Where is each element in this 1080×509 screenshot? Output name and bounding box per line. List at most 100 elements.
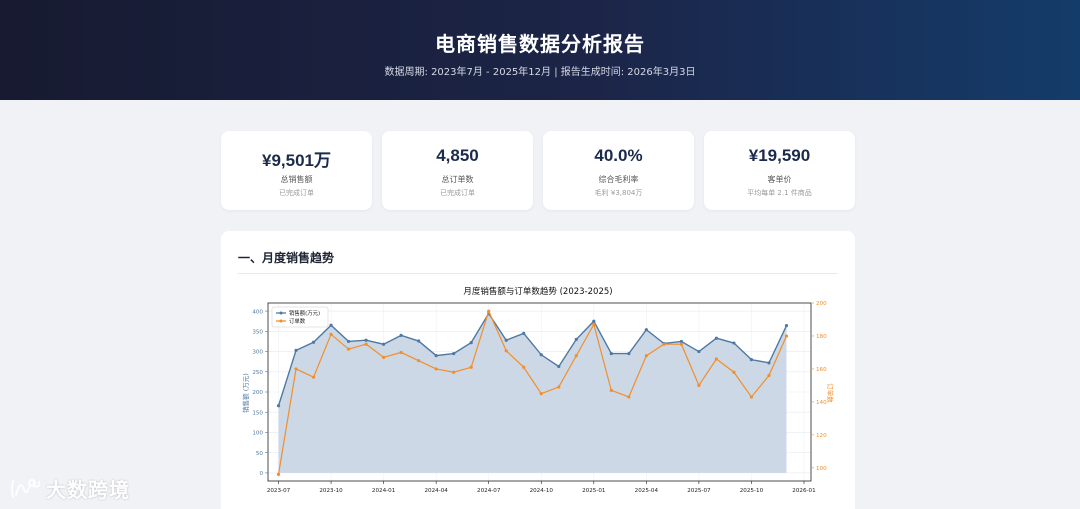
orders-point [679,342,683,346]
orders-point [504,349,508,353]
orders-point [644,354,648,358]
y-tick-label-left: 350 [252,330,263,336]
y-axis-label-right: 订单数 [826,383,835,403]
x-tick-label: 2023-07 [267,488,291,494]
watermark-logo-icon [11,478,40,498]
orders-point [522,365,526,369]
x-tick-label: 2024-07 [477,488,501,494]
orders-point [276,472,281,477]
sales-point [294,348,298,352]
kpi-card-total-orders: 4,850 总订单数 已完成订单 [382,131,533,210]
sales-point [452,351,456,356]
orders-point [784,334,789,338]
sales-point [732,341,736,345]
kpi-value: ¥9,501万 [262,151,331,170]
orders-point [714,357,719,361]
orders-point [609,388,613,392]
orders-point [434,367,438,371]
sales-point [417,339,421,343]
report-title: 电商销售数据分析报告 [435,32,645,56]
chart-title: 月度销售额与订单数趋势 (2023-2025) [463,286,612,297]
x-tick-label: 2024-04 [424,488,448,494]
kpi-label: 总销售额 [280,175,313,184]
orders-point [487,309,491,313]
y-tick-label-left: 400 [252,309,263,315]
report-header: 电商销售数据分析报告 数据周期: 2023年7月 - 2025年12月 | 报告… [0,0,1080,100]
orders-point [732,370,736,374]
x-tick-label: 2023-10 [319,488,343,494]
sales-point [767,361,771,365]
kpi-label: 总订单数 [441,175,474,184]
y-tick-label-left: 200 [252,390,263,396]
orders-point [382,355,386,359]
kpi-note: 已完成订单 [279,189,314,197]
sales-point [276,404,281,408]
y-tick-label-left: 300 [252,350,263,356]
orders-point [452,370,456,374]
kpi-value: ¥19,590 [748,146,811,165]
sales-point [469,341,473,345]
x-tick-label: 2026-01 [792,488,816,494]
x-tick-label: 2025-04 [635,488,659,494]
sales-point [679,339,683,344]
kpi-value: 4,850 [436,146,479,165]
x-tick-label: 2024-01 [372,488,396,494]
kpi-label: 客单价 [767,175,792,184]
orders-point [592,322,596,327]
orders-point [749,395,754,399]
y-tick-label-right: 200 [816,301,827,307]
chart-legend: 销售额(万元)订单数 [271,306,329,328]
sales-point [557,364,561,369]
orders-point [329,332,333,336]
y-tick-label-right: 120 [816,433,827,439]
orders-point [294,367,298,371]
report-subtitle: 数据周期: 2023年7月 - 2025年12月 | 报告生成时间: 2026年… [384,67,696,78]
sales-point [399,333,403,337]
y-tick-label-left: 100 [252,431,263,437]
sales-point [434,353,438,358]
sales-point [609,351,613,356]
y-tick-label-left: 250 [252,370,263,376]
orders-point [346,347,351,351]
y-tick-label-right: 140 [816,400,827,406]
kpi-note: 毛利 ¥3,804万 [594,189,643,197]
sales-point [627,351,631,356]
orders-point [364,342,368,346]
orders-point [399,350,403,355]
watermark-text: 大数跨境 [46,478,130,502]
sales-point [346,339,351,344]
kpi-card-avg-order-value: ¥19,590 客单价 平均每单 2.1 件商品 [704,131,855,210]
sales-point [644,328,648,332]
sales-point [329,323,333,327]
y-tick-label-left: 0 [259,471,263,477]
sales-point [364,338,368,342]
orders-point [311,375,316,379]
orders-point [574,354,578,358]
sales-point [749,358,754,362]
orders-point [469,365,473,369]
orders-point [627,395,631,399]
kpi-note: 平均每单 2.1 件商品 [747,189,812,197]
orders-point [539,392,543,396]
x-tick-label: 2025-10 [740,488,764,494]
sales-area [278,313,787,473]
kpi-card-gross-margin: 40.0% 综合毛利率 毛利 ¥3,804万 [543,131,694,210]
sales-orders-chart: 月度销售额与订单数趋势 (2023-2025) 销售额 (万元) 订单数 0 50… [241,286,835,494]
sales-point [522,331,526,335]
orders-point [697,383,701,388]
y-tick-label-right: 100 [816,466,827,472]
sales-point [382,342,386,346]
sales-point [784,324,789,328]
sales-point [539,353,543,357]
legend-marker [279,319,283,323]
sales-point [592,319,596,323]
x-tick-label: 2024-10 [530,488,554,494]
orders-point [662,342,666,346]
y-axis-label-left: 销售额 (万元) [241,373,250,413]
kpi-note: 已完成订单 [440,189,475,197]
legend-label: 订单数 [289,317,306,325]
y-tick-label-right: 180 [816,334,827,340]
orders-point [417,359,421,363]
x-tick-label: 2025-07 [687,488,711,494]
sales-point [574,337,578,342]
